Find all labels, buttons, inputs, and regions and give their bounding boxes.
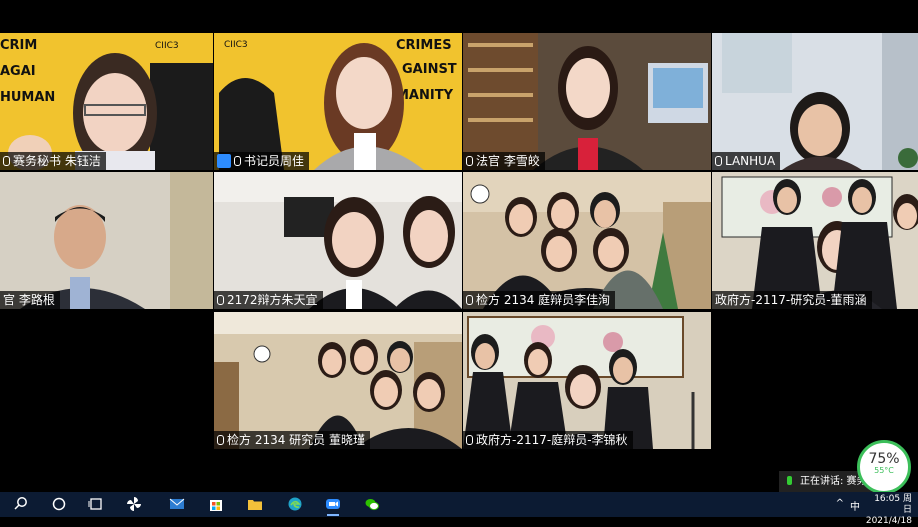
video-tile[interactable]: LANHUA <box>712 33 918 170</box>
mail-icon[interactable] <box>169 496 185 512</box>
participant-name: LANHUA <box>712 152 781 170</box>
video-feed: CRIM AGAI HUMAN CIIC3 <box>0 33 213 170</box>
clock-date: 2021/4/18 <box>865 516 912 526</box>
svg-text:CRIM: CRIM <box>0 38 37 53</box>
mic-icon <box>217 435 224 445</box>
video-tile[interactable]: 政府方-2117-庭辩员-李锦秋 <box>463 312 711 449</box>
explorer-icon[interactable] <box>247 496 263 512</box>
mic-icon <box>234 156 241 166</box>
performance-gauge[interactable]: 75% 55°C <box>857 440 911 494</box>
svg-text:HUMAN: HUMAN <box>0 90 55 105</box>
mic-icon <box>217 295 224 305</box>
video-tile[interactable]: 检方 2134 研究员 董晓瑾 <box>214 312 462 449</box>
video-feed <box>463 172 711 309</box>
video-tile[interactable]: 检方 2134 庭辩员李佳洵 <box>463 172 711 309</box>
tray-chevron-icon[interactable]: ^ <box>836 498 844 509</box>
mic-icon <box>466 156 473 166</box>
video-feed <box>214 172 462 309</box>
video-tile[interactable]: 法官 李雪皎 <box>463 33 711 170</box>
video-tile[interactable]: CRIMES GAINST MANITY CIIC3 书记员周佳 <box>214 33 462 170</box>
svg-text:AGAI: AGAI <box>0 64 36 79</box>
participant-name: 法官 李雪皎 <box>463 152 545 170</box>
video-feed <box>214 312 462 449</box>
svg-text:CIIC3: CIIC3 <box>224 40 248 50</box>
pinwheel-icon[interactable] <box>126 496 142 512</box>
participant-name: 检方 2134 庭辩员李佳洵 <box>463 291 616 309</box>
participant-name: 政府方-2117-庭辩员-李锦秋 <box>463 431 633 449</box>
clock[interactable]: 16:05 周日 2021/4/18 <box>866 494 912 527</box>
svg-text:MANITY: MANITY <box>396 88 454 103</box>
svg-text:CIIC3: CIIC3 <box>155 41 179 51</box>
wechat-icon[interactable] <box>364 496 380 512</box>
participant-name: 政府方-2117-研究员-董雨涵 <box>712 291 872 309</box>
mic-active-icon <box>787 476 792 485</box>
mic-icon <box>466 295 473 305</box>
video-feed <box>0 172 213 309</box>
video-grid: CRIM AGAI HUMAN CIIC3 赛务秘书 朱钰洁 CRIMES GA… <box>0 0 918 492</box>
edge-icon[interactable] <box>287 496 303 512</box>
ime-indicator[interactable]: 中 <box>850 498 860 513</box>
clock-time: 16:05 周日 <box>874 494 912 515</box>
participant-name: 书记员周佳 <box>214 152 310 170</box>
participant-name: 赛务秘书 朱钰洁 <box>0 152 106 170</box>
mic-icon <box>3 156 10 166</box>
svg-text:CRIMES: CRIMES <box>396 38 452 53</box>
mic-icon <box>715 156 722 166</box>
video-feed <box>712 33 918 170</box>
cpu-temp: 55°C <box>874 466 894 475</box>
participant-name: 2172辩方朱天宜 <box>214 291 323 309</box>
video-tile[interactable]: 政府方-2117-研究员-董雨涵 <box>712 172 918 309</box>
svg-text:GAINST: GAINST <box>402 62 457 77</box>
search-icon[interactable] <box>13 496 29 512</box>
zoom-meetings-icon[interactable] <box>325 496 341 516</box>
video-feed <box>463 33 711 170</box>
avatar-icon <box>217 154 231 168</box>
windows-taskbar: ^ 中 16:05 周日 2021/4/18 <box>0 492 918 526</box>
video-feed <box>463 312 711 449</box>
mic-icon <box>466 435 473 445</box>
video-tile[interactable]: 2172辩方朱天宜 <box>214 172 462 309</box>
participant-name: 检方 2134 研究员 董晓瑾 <box>214 431 370 449</box>
participant-name: 官 李路根 <box>0 291 60 309</box>
store-icon[interactable] <box>208 496 224 512</box>
video-feed <box>712 172 918 309</box>
video-tile[interactable]: 官 李路根 <box>0 172 213 309</box>
task-view-icon[interactable] <box>88 496 104 512</box>
cpu-percent: 75% <box>868 451 900 467</box>
video-feed: CRIMES GAINST MANITY CIIC3 <box>214 33 462 170</box>
video-tile[interactable]: CRIM AGAI HUMAN CIIC3 赛务秘书 朱钰洁 <box>0 33 213 170</box>
cortana-icon[interactable] <box>51 496 67 512</box>
